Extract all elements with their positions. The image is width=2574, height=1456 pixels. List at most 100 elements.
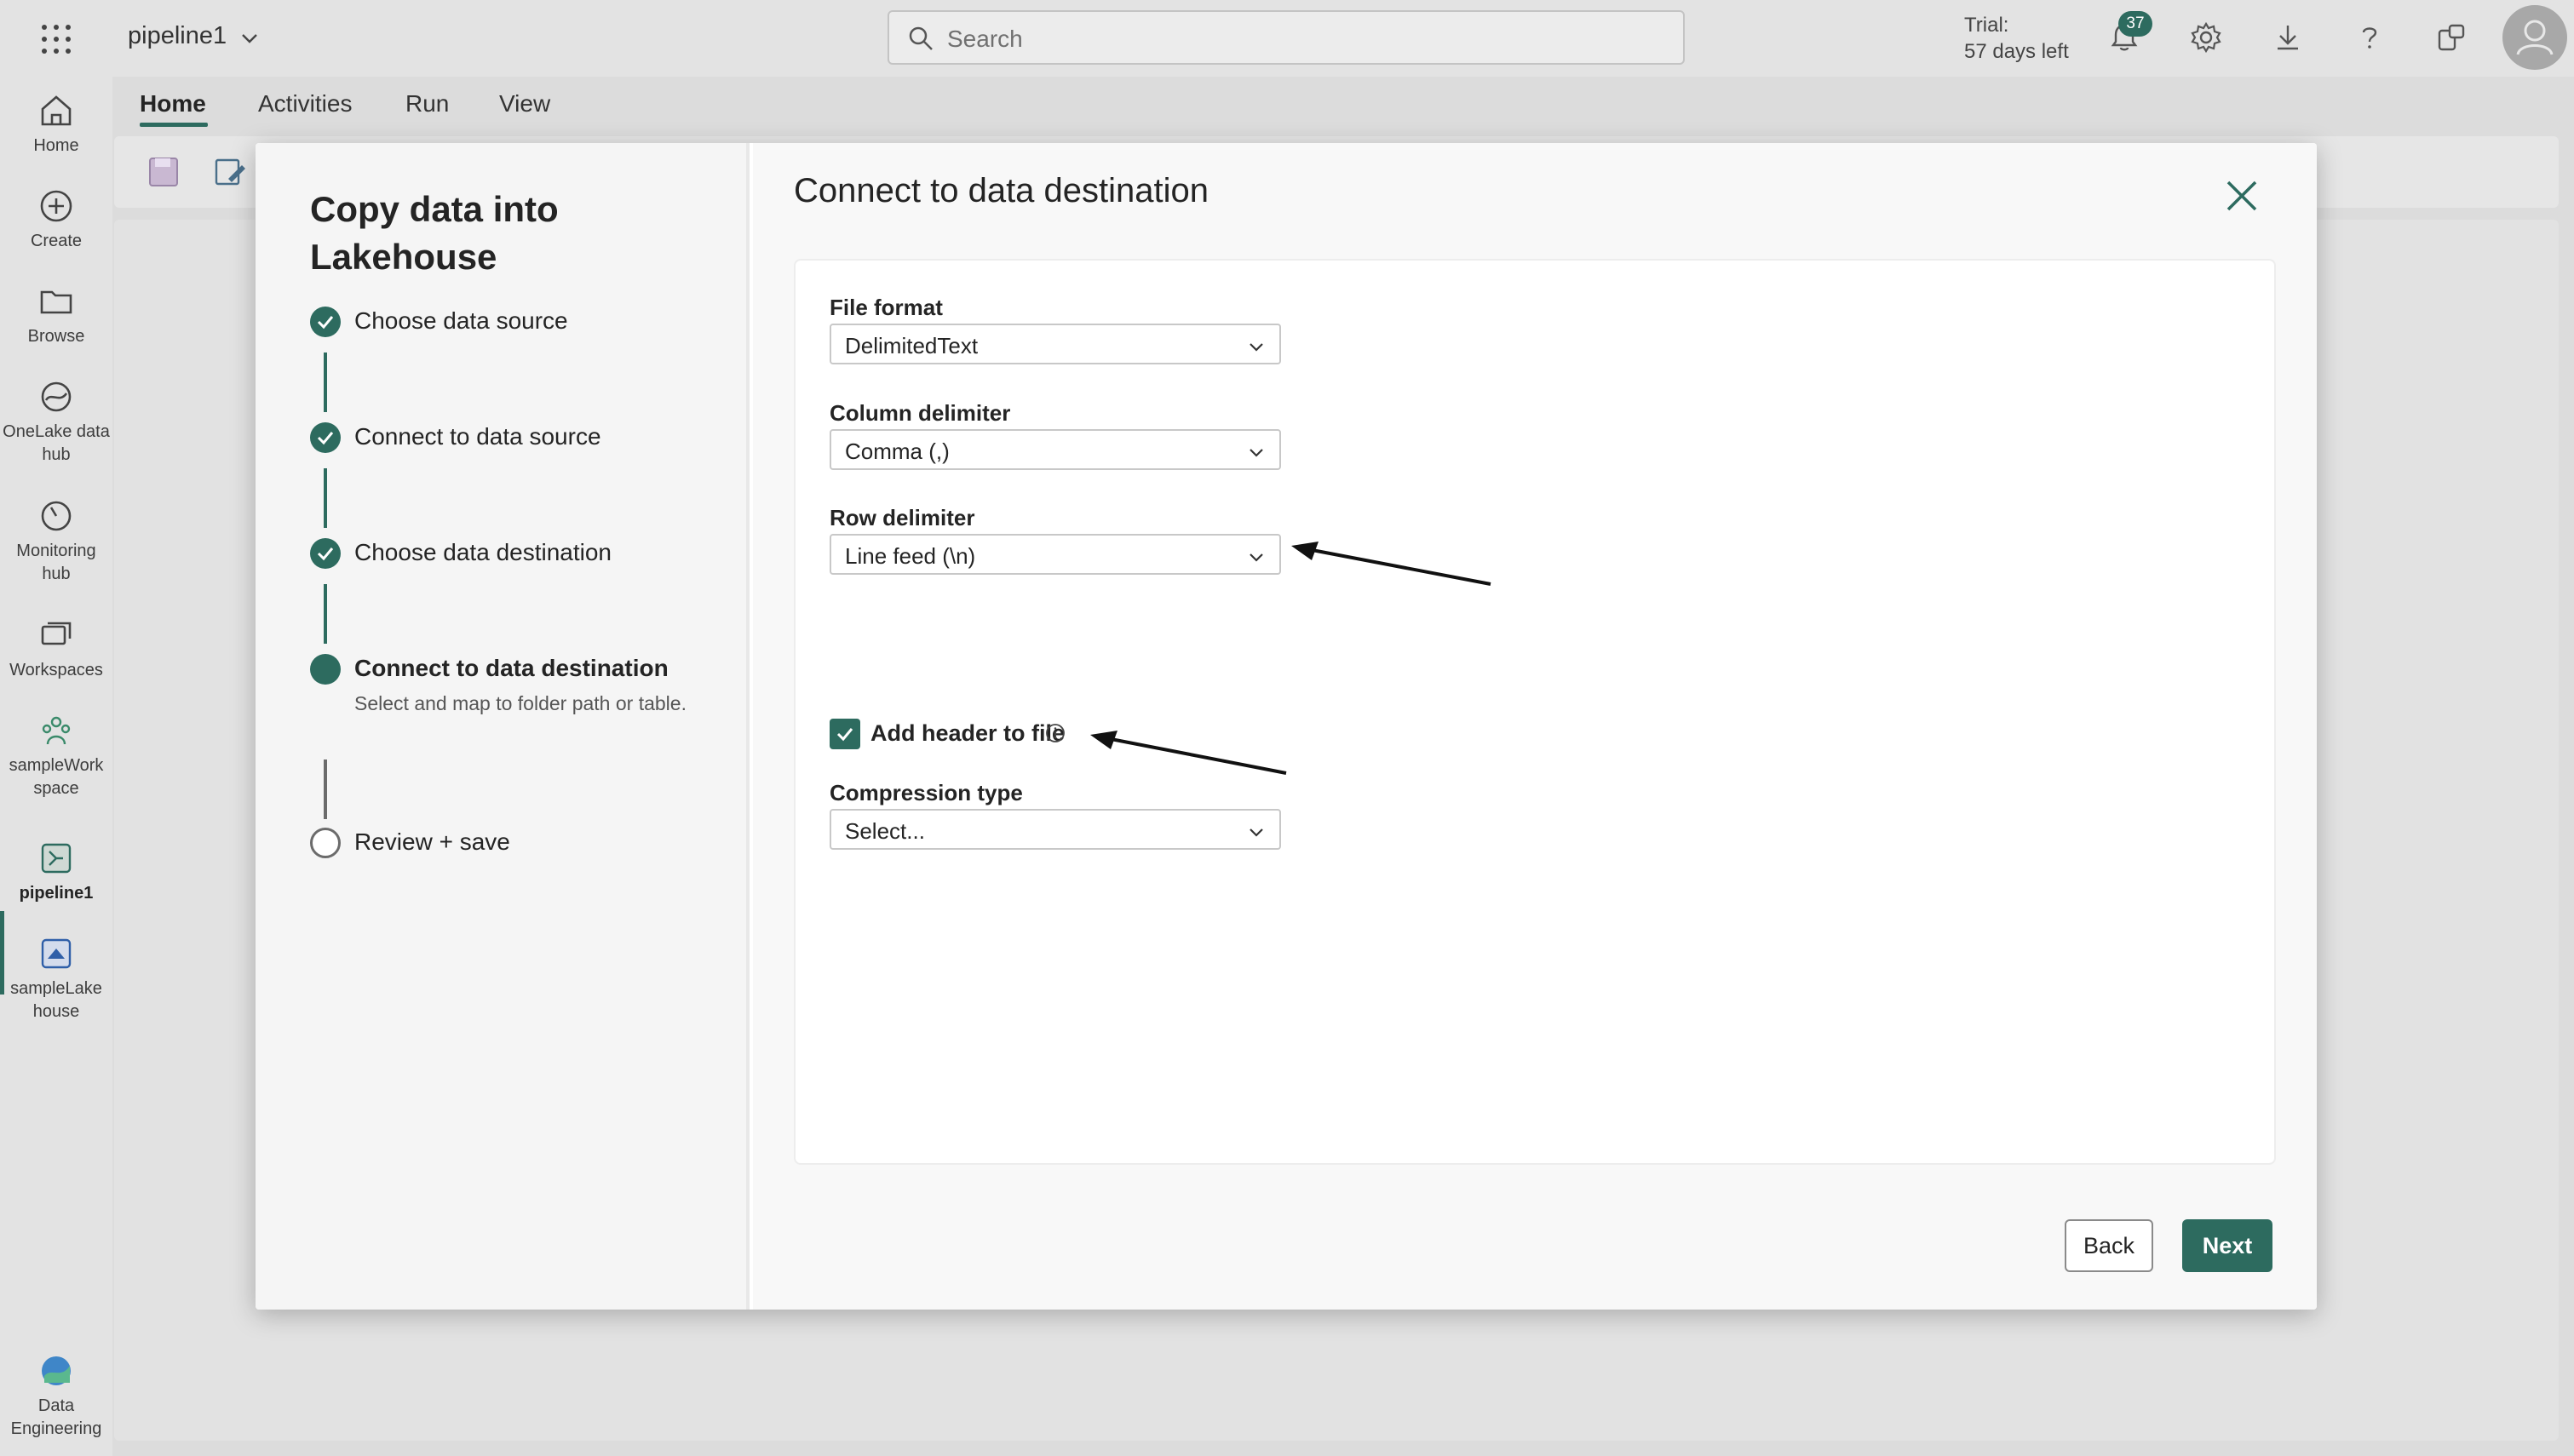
add-header-label[interactable]: Add header to file (870, 720, 1065, 747)
tab-home[interactable]: Home (140, 90, 206, 118)
destination-settings-panel: Connect to data destination File format … (753, 143, 2317, 1310)
checkmark-icon (317, 432, 334, 445)
onelake-icon (41, 381, 72, 412)
home-icon (41, 95, 72, 126)
edit-icon[interactable] (213, 155, 247, 189)
compression-type-value: Select... (845, 818, 925, 844)
trial-label: Trial: (1964, 14, 2009, 37)
help-icon[interactable] (2353, 20, 2387, 54)
compression-type-dropdown[interactable]: Select... (830, 809, 1281, 850)
annotation-arrow-icon (1090, 731, 1287, 775)
wizard-steps-panel: Copy data into Lakehouse Choose data sou… (256, 143, 750, 1310)
rail-item-label: Monitoring hub (16, 542, 96, 583)
rail-item-browse[interactable]: Browse (0, 283, 112, 348)
rail-item-label: Data Engineering (10, 1396, 102, 1438)
rail-item-label: Create (30, 232, 83, 250)
annotation-arrow-icon (1291, 542, 1491, 586)
add-header-checkbox[interactable] (830, 719, 860, 749)
rail-item-data-engineering[interactable]: Data Engineering (0, 1352, 112, 1441)
feedback-icon[interactable] (2434, 20, 2468, 54)
step-complete-indicator (310, 422, 341, 453)
item-name[interactable]: pipeline1 (128, 22, 227, 50)
notification-badge: 37 (2118, 11, 2152, 37)
checkmark-icon (317, 316, 334, 330)
gear-icon[interactable] (2189, 20, 2223, 54)
step-review-save: Review + save (354, 828, 510, 855)
rail-item-home[interactable]: Home (0, 92, 112, 158)
person-icon (2516, 20, 2554, 55)
step-connect-to-data-source: Connect to data source (354, 423, 601, 450)
rail-item-label: pipeline1 (19, 884, 94, 903)
step-connector (324, 584, 327, 644)
row-delimiter-dropdown[interactable]: Line feed (\n) (830, 534, 1281, 575)
pipeline-icon (41, 843, 72, 874)
next-button[interactable]: Next (2182, 1219, 2272, 1272)
trial-days: 57 days left (1964, 40, 2069, 63)
step-pending-indicator (310, 828, 341, 858)
rail-item-monitoring[interactable]: Monitoring hub (0, 497, 112, 586)
trial-status: Trial: 57 days left (1964, 12, 2069, 65)
workspaces-icon (41, 622, 72, 645)
back-button[interactable]: Back (2065, 1219, 2153, 1272)
search-placeholder: Search (947, 26, 1023, 52)
step-connector (324, 468, 327, 528)
chevron-down-icon (1250, 449, 1263, 457)
close-icon[interactable] (2221, 175, 2262, 216)
left-navigation-rail: Home Create Browse OneLake data hub Moni… (0, 77, 112, 1456)
tab-view[interactable]: View (499, 90, 550, 118)
lakehouse-icon (41, 938, 72, 969)
top-bar: pipeline1 Search Trial: 57 days left 37 (0, 0, 2574, 77)
step-complete-indicator (310, 307, 341, 337)
tab-run[interactable]: Run (405, 90, 449, 118)
chevron-down-icon (1250, 828, 1263, 837)
page-title: Connect to data destination (794, 172, 1209, 209)
info-icon[interactable] (1044, 722, 1066, 744)
rail-item-label: sampleLake house (10, 979, 102, 1021)
folder-icon (40, 290, 72, 314)
step-connector (324, 353, 327, 412)
app-launcher-icon[interactable] (39, 22, 73, 56)
row-delimiter-label: Row delimiter (830, 505, 975, 530)
file-format-value: DelimitedText (845, 333, 979, 358)
checkmark-icon (317, 547, 334, 561)
monitoring-icon (41, 501, 72, 531)
step-description: Select and map to folder path or table. (354, 692, 687, 714)
search-icon (909, 26, 933, 50)
wizard-title: Copy data into Lakehouse (310, 189, 559, 277)
active-tab-indicator (140, 123, 208, 127)
rail-item-create[interactable]: Create (0, 187, 112, 253)
rail-item-label: Home (33, 136, 79, 155)
rail-item-label: OneLake data hub (3, 422, 110, 464)
step-choose-data-destination: Choose data destination (354, 539, 612, 565)
rail-item-label: sampleWork space (9, 756, 104, 798)
step-connector (324, 760, 327, 819)
data-engineering-icon (42, 1356, 71, 1385)
rail-item-onelake[interactable]: OneLake data hub (0, 378, 112, 467)
column-delimiter-value: Comma (,) (845, 439, 950, 464)
ribbon-tabs: Home Activities Run View (112, 77, 2574, 129)
save-icon[interactable] (147, 155, 181, 189)
step-connect-to-data-destination: Connect to data destination (354, 655, 669, 681)
column-delimiter-dropdown[interactable]: Comma (,) (830, 429, 1281, 470)
rail-item-pipeline1[interactable]: pipeline1 (0, 840, 112, 905)
download-icon[interactable] (2271, 20, 2305, 54)
rail-item-samplelakehouse[interactable]: sampleLake house (0, 935, 112, 1023)
chevron-down-icon (1250, 343, 1263, 352)
step-current-indicator (310, 654, 341, 685)
rail-item-label: Workspaces (9, 661, 103, 679)
copy-data-dialog: Copy data into Lakehouse Choose data sou… (256, 143, 2317, 1310)
rail-item-label: Browse (27, 327, 85, 346)
tab-activities[interactable]: Activities (258, 90, 352, 118)
rail-item-sampleworkspace[interactable]: sampleWork space (0, 712, 112, 800)
avatar[interactable] (2502, 5, 2567, 70)
people-icon (42, 716, 71, 745)
compression-type-label: Compression type (830, 780, 1023, 805)
step-complete-indicator (310, 538, 341, 569)
file-format-dropdown[interactable]: DelimitedText (830, 324, 1281, 364)
rail-item-workspaces[interactable]: Workspaces (0, 616, 112, 682)
chevron-down-icon[interactable] (238, 27, 261, 49)
checkmark-icon (836, 728, 853, 742)
step-choose-data-source: Choose data source (354, 307, 568, 334)
search-box[interactable]: Search (888, 10, 1685, 65)
column-delimiter-label: Column delimiter (830, 400, 1011, 426)
